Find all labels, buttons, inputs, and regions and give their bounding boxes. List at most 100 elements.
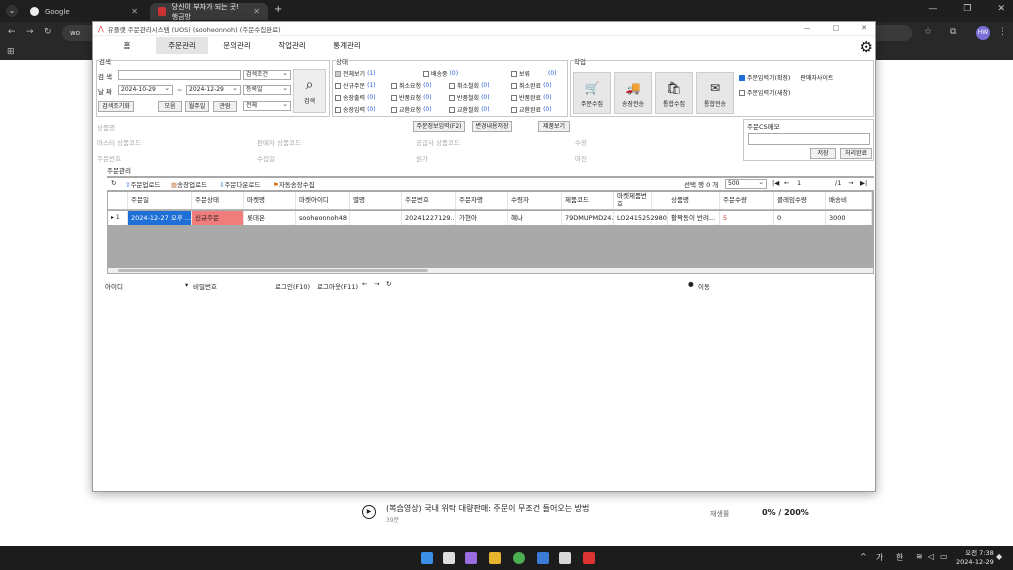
search-reset-button[interactable]: 검색조기화	[98, 101, 134, 112]
menu-home[interactable]: 홈	[101, 37, 153, 54]
col-product-name[interactable]: 상품명	[668, 192, 720, 209]
calculator-icon[interactable]	[537, 552, 549, 564]
checkbox[interactable]	[335, 94, 341, 101]
minimize-icon[interactable]: —	[804, 24, 811, 32]
tab-list-icon[interactable]: ⌄	[6, 5, 18, 17]
browser-tab-google[interactable]: Google ✕	[22, 3, 146, 20]
close-icon[interactable]: ✕	[253, 7, 260, 16]
checkbox[interactable]	[335, 106, 341, 113]
close-window-icon[interactable]: ✕	[997, 4, 1005, 14]
close-icon[interactable]: ✕	[131, 7, 138, 16]
checkbox[interactable]	[423, 70, 429, 77]
prev-page-icon[interactable]: ←	[784, 179, 789, 187]
col-market-product-no[interactable]: 마켓제품번호	[614, 192, 652, 209]
cs-save-button[interactable]: 저장	[810, 148, 836, 159]
invoice-send-button[interactable]: 🚚 송장전송	[614, 72, 652, 114]
status-invoice-input[interactable]: 송장입력 (0)	[335, 105, 376, 114]
clock[interactable]: 오전 7:38 2024-12-29	[956, 549, 994, 567]
cell-shipping-fee[interactable]: 3000	[826, 211, 872, 225]
range-month-button[interactable]: 관람	[213, 101, 237, 112]
col-order-no[interactable]: 주문번호	[402, 192, 456, 209]
video-title[interactable]: (복습영상) 국내 위탁 대량판매: 주문이 무조건 들어오는 방법	[386, 503, 589, 514]
back-icon[interactable]: ←	[362, 280, 367, 288]
cell-order-status[interactable]: 신규주문	[192, 211, 244, 225]
uos-app-icon[interactable]	[583, 552, 595, 564]
cs-done-button[interactable]: 처리완료	[840, 148, 872, 159]
checkbox[interactable]	[449, 106, 455, 113]
order-input-newwindow-option[interactable]: 주문입력기(새창)	[739, 88, 790, 97]
date-from-input[interactable]: 2024-10-29	[118, 85, 173, 95]
col-claim-qty[interactable]: 클레임수량	[774, 192, 826, 209]
chrome-icon[interactable]	[513, 552, 525, 564]
menu-order-management[interactable]: 주문관리	[156, 37, 208, 54]
cell-recipient[interactable]: 혜나	[508, 211, 562, 225]
col-order-qty[interactable]: 주문수량	[720, 192, 774, 209]
checkbox[interactable]	[739, 89, 745, 96]
search-icon[interactable]	[443, 552, 455, 564]
col-recipient[interactable]: 수령자	[508, 192, 562, 209]
notification-icon[interactable]: ◆	[996, 552, 1002, 561]
col-market-id[interactable]: 마켓아이디	[296, 192, 350, 209]
ime-lang[interactable]: 가	[876, 552, 883, 563]
play-icon[interactable]: ▶	[362, 505, 376, 519]
start-icon[interactable]	[421, 552, 433, 564]
order-download-button[interactable]: ⇩주문다운로드	[219, 179, 260, 189]
status-shipping[interactable]: 배송중 (0)	[423, 69, 458, 78]
move-button[interactable]: 이동	[698, 281, 710, 291]
range-all-button[interactable]: 모음	[158, 101, 182, 112]
minimize-icon[interactable]: —	[928, 4, 937, 14]
col-order-status[interactable]: 주문상태	[192, 192, 244, 209]
status-invoice-print[interactable]: 송장출력 (0)	[335, 93, 376, 102]
menu-work-management[interactable]: 작업관리	[266, 37, 318, 54]
settings-gear-icon[interactable]: ⚙	[860, 38, 873, 56]
view-product-button[interactable]: 제품보기	[538, 121, 570, 132]
ime-mode[interactable]: 한	[896, 552, 903, 563]
tray-chevron-icon[interactable]: ^	[860, 552, 867, 561]
checkbox[interactable]	[391, 82, 397, 89]
battery-icon[interactable]: ▭	[940, 552, 948, 561]
date-to-input[interactable]: 2024-12-29	[186, 85, 241, 95]
login-button[interactable]: 로그인(F10)	[275, 281, 310, 291]
search-input[interactable]	[118, 70, 241, 80]
page-size-select[interactable]: 500	[725, 179, 767, 189]
order-upload-button[interactable]: ⇧주문업로드	[125, 179, 160, 189]
status-cancel-request[interactable]: 취소요청 (0)	[391, 81, 432, 90]
star-icon[interactable]: ☆	[924, 27, 932, 37]
checkbox[interactable]	[335, 70, 341, 77]
refresh-icon[interactable]: ↻	[386, 280, 391, 288]
back-icon[interactable]: ←	[8, 27, 16, 37]
save-changes-button[interactable]: 변경내용저장	[472, 121, 512, 132]
range-week-button[interactable]: 월주일	[185, 101, 209, 112]
checkbox[interactable]	[511, 94, 517, 101]
seller-site-link[interactable]: 판매자사이트	[800, 73, 833, 82]
cell-order-qty[interactable]: 5	[720, 211, 774, 225]
forward-icon[interactable]: →	[374, 280, 379, 288]
status-return-done[interactable]: 반품완료 (0)	[511, 93, 552, 102]
profile-avatar[interactable]: HW	[976, 26, 990, 40]
menu-icon[interactable]: ⋮	[998, 27, 1007, 37]
copilot-icon[interactable]	[465, 552, 477, 564]
order-info-input-button[interactable]: 주문정보입력(F2)	[413, 121, 465, 132]
invoice-upload-button[interactable]: ▦송장업로드	[171, 179, 207, 189]
date-type-select[interactable]: 등록일	[243, 85, 291, 95]
order-input-extended-option[interactable]: 주문입력기(확장) 판매자사이트	[739, 73, 833, 82]
status-exchange-withdraw[interactable]: 교환철회 (0)	[449, 105, 490, 114]
logout-button[interactable]: 로그아웃(F11)	[317, 281, 358, 291]
cell-market-id[interactable]: sooheonnoh48	[296, 211, 350, 225]
col-market[interactable]: 마켓명	[244, 192, 296, 209]
cell-nickname[interactable]	[350, 211, 402, 225]
apps-grid-icon[interactable]: ⊞	[7, 47, 15, 57]
status-new-order[interactable]: 신규주문 (1)	[335, 81, 376, 90]
cell-market-product-no[interactable]: LO2415252980	[614, 211, 668, 225]
checkbox[interactable]	[739, 74, 745, 81]
all-select[interactable]: 전체	[243, 101, 291, 111]
checkbox[interactable]	[511, 106, 517, 113]
checkbox[interactable]	[449, 94, 455, 101]
volume-icon[interactable]: ◁	[928, 552, 934, 561]
col-product-code[interactable]: 제품코드	[562, 192, 614, 209]
app-icon[interactable]	[559, 552, 571, 564]
checkbox[interactable]	[335, 82, 341, 89]
forward-icon[interactable]: →	[26, 27, 34, 37]
page-current[interactable]: 1	[797, 179, 801, 187]
checkbox[interactable]	[511, 70, 517, 77]
